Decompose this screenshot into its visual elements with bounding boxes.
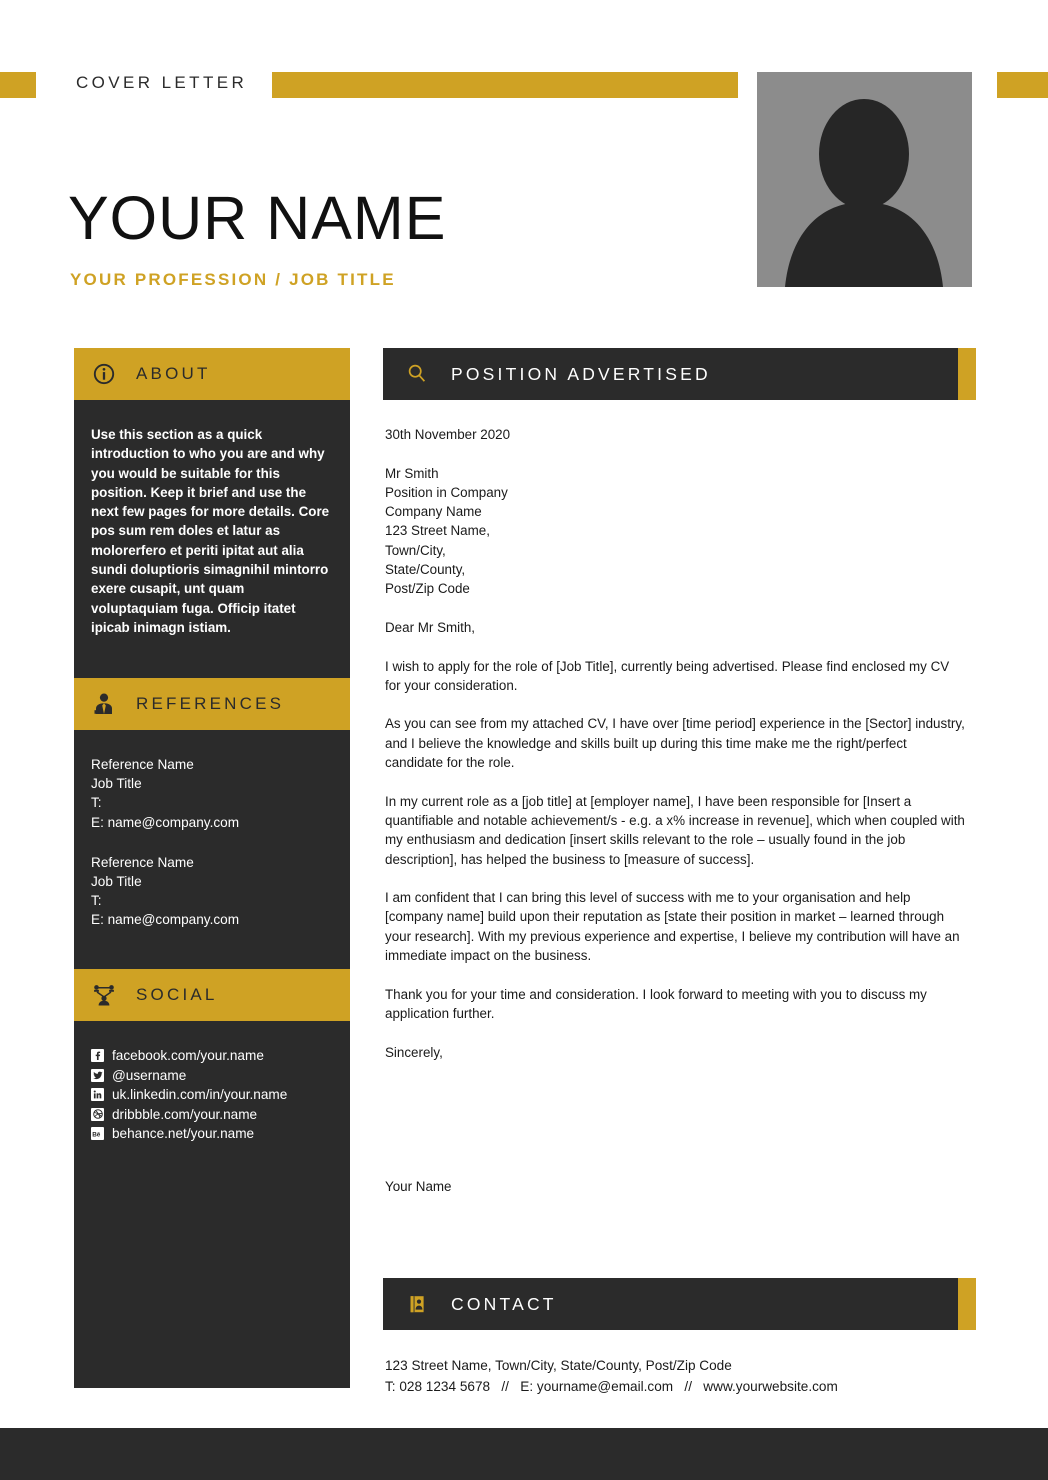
letter-paragraph: As you can see from my attached CV, I ha…	[385, 716, 965, 771]
reference-item: Reference Name Job Title T: E: name@comp…	[91, 853, 334, 930]
reference-item: Reference Name Job Title T: E: name@comp…	[91, 755, 334, 832]
social-link-label: behance.net/your.name	[112, 1126, 255, 1141]
social-link-behance[interactable]: Bē behance.net/your.name	[91, 1124, 341, 1144]
sidebar-section-title-social: SOCIAL	[136, 985, 218, 1004]
magnifier-icon	[405, 362, 429, 386]
letter-paragraph: In my current role as a [job title] at […	[385, 793, 965, 867]
section-header-contact: CONTACT	[383, 1278, 976, 1330]
header-accent-tab-right	[997, 72, 1048, 98]
header-accent-bar	[272, 72, 738, 98]
address-line: Post/Zip Code	[385, 581, 470, 597]
letter-paragraph: Thank you for your time and consideratio…	[385, 986, 927, 1021]
cover-letter-body: 30th November 2020 Mr Smith Position in …	[385, 425, 965, 1215]
social-link-label: @username	[112, 1067, 187, 1083]
sidebar-section-title-references: REFERENCES	[136, 694, 285, 713]
section-title-contact: CONTACT	[451, 1293, 557, 1314]
letter-date: 30th November 2020	[385, 427, 511, 442]
person-silhouette-icon	[785, 99, 943, 287]
contact-card-icon	[405, 1292, 429, 1316]
twitter-icon	[91, 1068, 104, 1082]
letter-paragraph: I am confident that I can bring this lev…	[385, 890, 960, 964]
reference-name: Reference Name	[91, 757, 194, 772]
dribbble-icon	[91, 1107, 104, 1121]
social-link-label: facebook.com/your.name	[112, 1048, 264, 1063]
reference-name: Reference Name	[91, 854, 194, 870]
svg-text:Bē: Bē	[92, 1131, 101, 1138]
profile-photo-placeholder	[757, 72, 972, 287]
reference-phone: T:	[91, 893, 102, 909]
contact-details: 123 Street Name, Town/City, State/County…	[385, 1355, 975, 1397]
social-link-label: uk.linkedin.com/in/your.name	[112, 1087, 288, 1102]
profession-subtitle: YOUR PROFESSION / JOB TITLE	[70, 270, 396, 289]
letter-closing: Sincerely,	[385, 1044, 443, 1060]
cover-letter-page: COVER LETTER YOUR NAME YOUR PROFESSION /…	[0, 0, 1048, 1480]
section-header-accent-cap	[958, 1278, 976, 1330]
contact-phone-email-website: T: 028 1234 5678 // E: yourname@email.co…	[385, 1379, 838, 1394]
recipient-address: Mr Smith Position in Company Company Nam…	[385, 464, 965, 599]
section-title-position-advertised: POSITION ADVERTISED	[451, 363, 711, 384]
sidebar-section-header-social: SOCIAL	[74, 969, 350, 1021]
behance-icon: Bē	[91, 1127, 104, 1141]
address-line: 123 Street Name,	[385, 523, 490, 539]
reference-phone: T:	[91, 795, 102, 811]
network-share-icon	[92, 983, 116, 1007]
letter-salutation: Dear Mr Smith,	[385, 619, 476, 635]
references-list: Reference Name Job Title T: E: name@comp…	[91, 755, 334, 951]
address-line: Position in Company	[385, 484, 508, 500]
social-link-facebook[interactable]: facebook.com/your.name	[91, 1046, 341, 1066]
social-link-linkedin[interactable]: uk.linkedin.com/in/your.name	[91, 1085, 341, 1105]
sidebar-section-header-about: ABOUT	[74, 348, 350, 400]
letter-signature-name: Your Name	[385, 1178, 452, 1194]
address-line: Mr Smith	[385, 465, 439, 481]
sidebar-section-title-about: ABOUT	[136, 364, 211, 383]
facebook-icon	[91, 1049, 104, 1063]
header-accent-tab-left	[0, 72, 36, 98]
info-icon	[92, 362, 116, 386]
sidebar-section-header-references: REFERENCES	[74, 678, 350, 730]
section-header-accent-cap	[958, 348, 976, 400]
social-links-list: facebook.com/your.name @username uk.link…	[91, 1046, 341, 1144]
about-body-text: Use this section as a quick introduction…	[91, 427, 330, 635]
social-link-label: dribbble.com/your.name	[112, 1106, 258, 1122]
footer-band	[0, 1428, 1048, 1480]
section-header-position-advertised: POSITION ADVERTISED	[383, 348, 976, 400]
address-line: State/County,	[385, 562, 466, 578]
document-type-label: COVER LETTER	[76, 73, 248, 92]
linkedin-icon	[91, 1088, 104, 1102]
person-tie-icon	[92, 692, 116, 716]
page-title: YOUR NAME	[68, 184, 447, 252]
contact-address: 123 Street Name, Town/City, State/County…	[385, 1358, 732, 1373]
address-line: Town/City,	[385, 542, 446, 558]
social-link-dribbble[interactable]: dribbble.com/your.name	[91, 1105, 341, 1125]
reference-job-title: Job Title	[91, 874, 142, 890]
letter-paragraph: I wish to apply for the role of [Job Tit…	[385, 658, 950, 693]
address-line: Company Name	[385, 504, 482, 520]
reference-email: E: name@company.com	[91, 814, 240, 830]
reference-job-title: Job Title	[91, 776, 142, 792]
social-link-twitter[interactable]: @username	[91, 1066, 341, 1086]
reference-email: E: name@company.com	[91, 912, 240, 928]
